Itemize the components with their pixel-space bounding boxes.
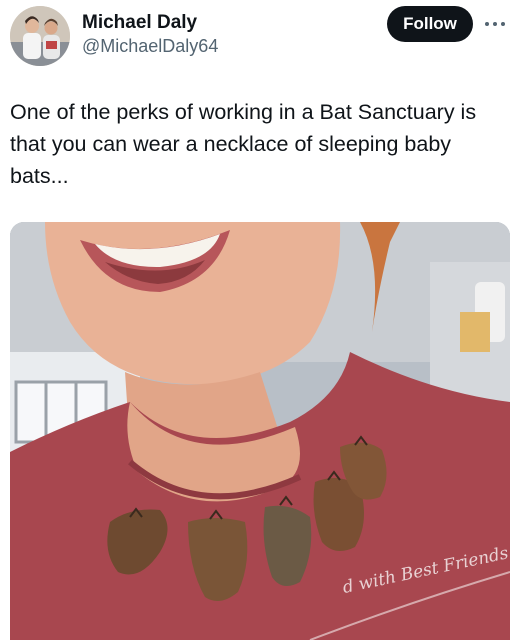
tweet-text: One of the perks of working in a Bat San… [10,100,477,188]
tweet-card: Michael Daly @MichaelDaly64 Follow One o… [0,0,519,640]
more-horizontal-icon[interactable] [483,14,507,34]
author-handle[interactable]: @MichaelDaly64 [82,36,218,57]
tweet-header: Michael Daly @MichaelDaly64 Follow [10,6,509,66]
avatar[interactable] [10,6,70,66]
author-name[interactable]: Michael Daly [82,12,197,34]
avatar-image [10,6,70,66]
more-dots-glyph [485,22,505,26]
follow-button[interactable]: Follow [387,6,473,42]
